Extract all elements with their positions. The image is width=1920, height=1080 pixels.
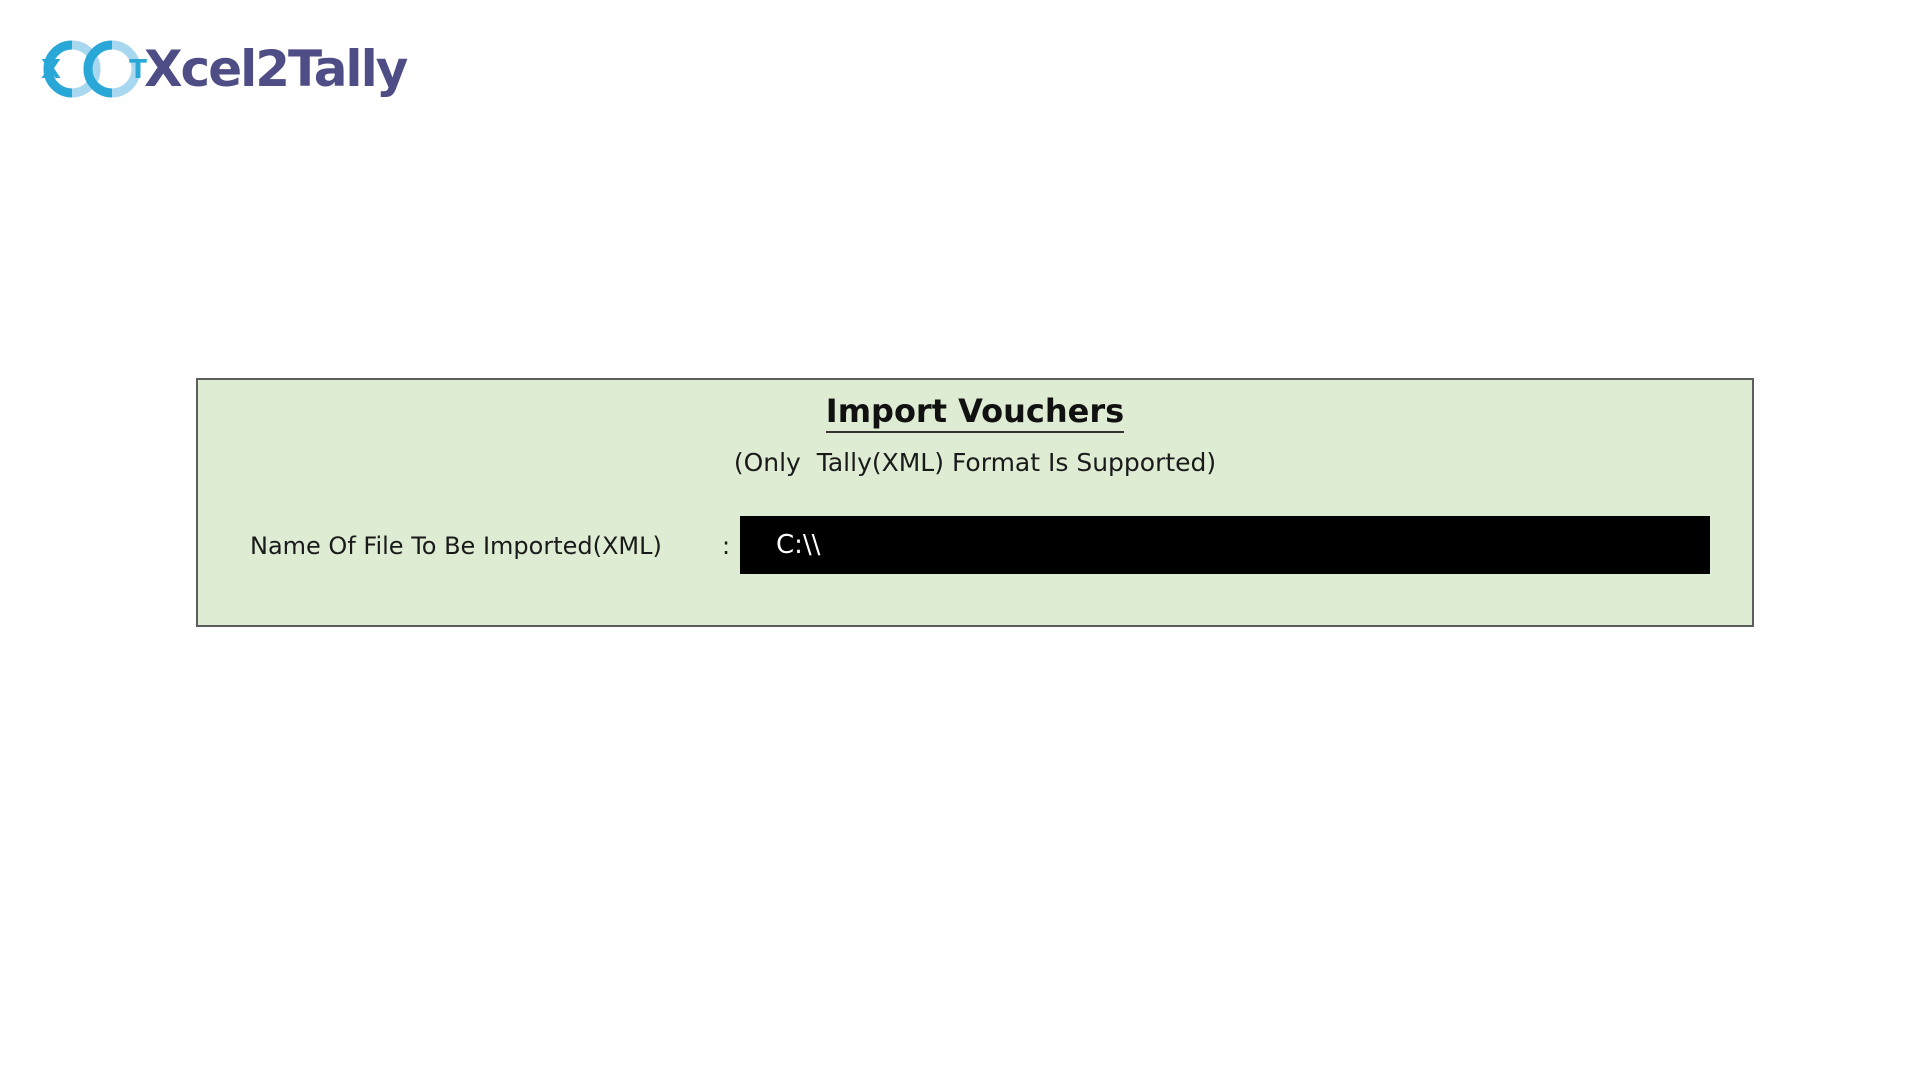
import-vouchers-dialog: Import Vouchers (Only Tally(XML) Format … (196, 378, 1754, 627)
dialog-title: Import Vouchers (825, 392, 1125, 433)
file-name-label: Name Of File To Be Imported(XML) (250, 532, 662, 560)
xcel2tally-logo: X T Xcel2Tally (30, 34, 408, 104)
dialog-subtitle: (Only Tally(XML) Format Is Supported) (733, 448, 1217, 477)
page: X T Xcel2Tally Import Vouchers (Only Tal… (0, 0, 1920, 1080)
logo-mark-x: X (41, 55, 61, 85)
logo-rings-icon: X T (41, 40, 147, 98)
file-name-input[interactable] (740, 516, 1710, 574)
logo-wordmark: Xcel2Tally (144, 40, 408, 98)
dialog-title-wrap: Import Vouchers (198, 392, 1752, 440)
field-separator: : (722, 532, 731, 560)
